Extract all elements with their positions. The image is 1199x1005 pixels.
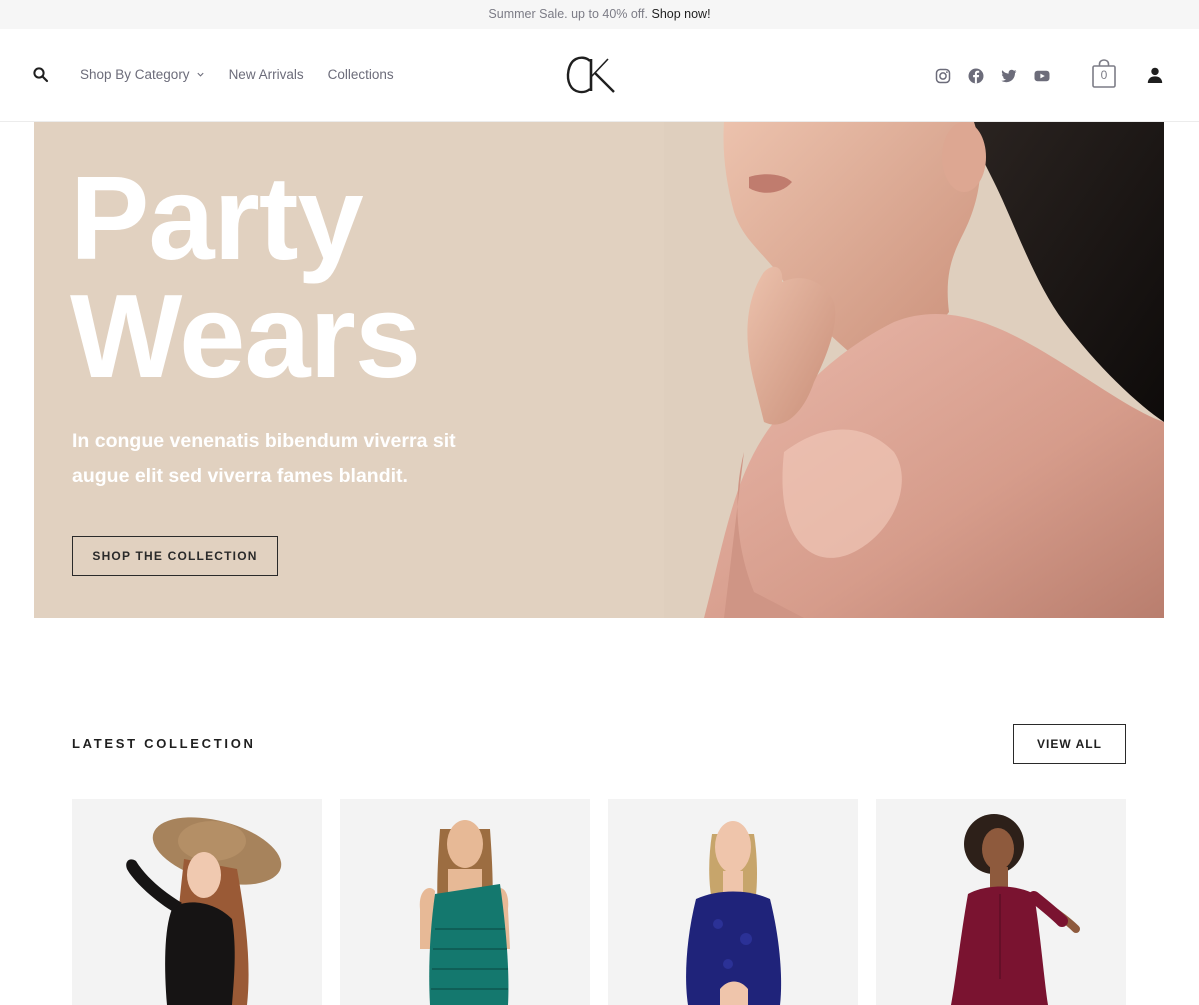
instagram-icon[interactable] xyxy=(934,67,952,85)
user-icon[interactable] xyxy=(1146,66,1164,84)
main-nav: Shop By Category New Arrivals Collection… xyxy=(80,67,394,82)
site-logo[interactable] xyxy=(560,51,624,99)
social-links xyxy=(934,67,1051,85)
hero-title-line-2: Wears xyxy=(70,270,421,403)
latest-collection-title: LATEST COLLECTION xyxy=(72,736,256,751)
product-image xyxy=(686,821,782,1005)
product-grid xyxy=(72,799,1126,1005)
product-card[interactable] xyxy=(340,799,590,1005)
view-all-button[interactable]: VIEW ALL xyxy=(1013,724,1126,764)
nav-label: Collections xyxy=(327,67,394,82)
hero-image xyxy=(664,122,1164,618)
shop-the-collection-button[interactable]: SHOP THE COLLECTION xyxy=(72,536,278,576)
chevron-down-icon xyxy=(196,72,204,77)
product-card[interactable] xyxy=(876,799,1126,1005)
cart-count: 0 xyxy=(1100,68,1108,82)
product-image xyxy=(126,817,282,1005)
product-image xyxy=(419,820,510,1005)
twitter-icon[interactable] xyxy=(1000,67,1018,85)
nav-new-arrivals[interactable]: New Arrivals xyxy=(229,67,304,82)
shop-now-link[interactable]: Shop now! xyxy=(651,7,710,21)
hero-title-line-1: Party xyxy=(70,152,364,285)
cart-button[interactable]: 0 xyxy=(1091,59,1117,89)
nav-label: Shop By Category xyxy=(80,67,190,82)
announcement-bar: Summer Sale. up to 40% off. Shop now! xyxy=(0,0,1199,29)
nav-label: New Arrivals xyxy=(228,67,304,82)
product-image xyxy=(951,814,1080,1005)
product-card[interactable] xyxy=(72,799,322,1005)
facebook-icon[interactable] xyxy=(967,67,985,85)
nav-collections[interactable]: Collections xyxy=(328,67,394,82)
search-icon[interactable] xyxy=(32,66,50,84)
site-header: Shop By Category New Arrivals Collection… xyxy=(0,29,1199,122)
hero-title: Party Wears xyxy=(70,152,630,403)
announcement-text: Summer Sale. up to 40% off. xyxy=(488,7,648,21)
hero-subtitle: In congue venenatis bibendum viverra sit… xyxy=(72,430,456,487)
youtube-icon[interactable] xyxy=(1033,67,1051,85)
nav-shop-by-category[interactable]: Shop By Category xyxy=(80,67,205,82)
product-card[interactable] xyxy=(608,799,858,1005)
hero-banner: Party Wears In congue venenatis bibendum… xyxy=(34,122,1164,618)
